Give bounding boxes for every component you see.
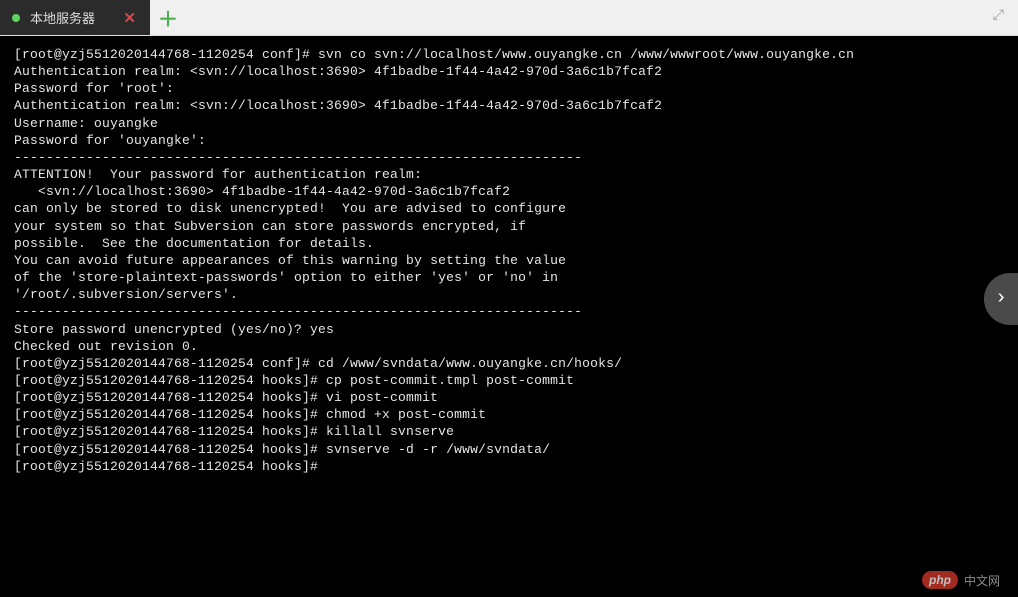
terminal-line: your system so that Subversion can store… [14, 218, 1004, 235]
tab-bar: 本地服务器 ✕ ＋ [0, 0, 1018, 36]
terminal-line: [root@yzj5512020144768-1120254 conf]# cd… [14, 355, 1004, 372]
terminal-line: [root@yzj5512020144768-1120254 hooks]# s… [14, 441, 1004, 458]
terminal-line: [root@yzj5512020144768-1120254 hooks]# k… [14, 423, 1004, 440]
terminal-line: ----------------------------------------… [14, 149, 1004, 166]
terminal-line: Authentication realm: <svn://localhost:3… [14, 97, 1004, 114]
tab-active[interactable]: 本地服务器 ✕ [0, 0, 150, 35]
terminal-line: Authentication realm: <svn://localhost:3… [14, 63, 1004, 80]
terminal-line: [root@yzj5512020144768-1120254 hooks]# [14, 458, 1004, 475]
terminal-line: [root@yzj5512020144768-1120254 hooks]# c… [14, 406, 1004, 423]
terminal-line: Password for 'root': [14, 80, 1004, 97]
terminal-line: Username: ouyangke [14, 115, 1004, 132]
watermark-badge: php [922, 571, 958, 589]
fullscreen-icon[interactable]: ⤢ [993, 8, 1004, 24]
watermark-text: 中文网 [964, 572, 1000, 589]
terminal-line: can only be stored to disk unencrypted! … [14, 200, 1004, 217]
terminal-line: of the 'store-plaintext-passwords' optio… [14, 269, 1004, 286]
terminal-line: [root@yzj5512020144768-1120254 conf]# sv… [14, 46, 1004, 63]
terminal-line: possible. See the documentation for deta… [14, 235, 1004, 252]
terminal-line: ATTENTION! Your password for authenticat… [14, 166, 1004, 183]
terminal-line: '/root/.subversion/servers'. [14, 286, 1004, 303]
terminal-line: Password for 'ouyangke': [14, 132, 1004, 149]
terminal-line: Store password unencrypted (yes/no)? yes [14, 321, 1004, 338]
watermark: php 中文网 [922, 571, 1000, 589]
terminal-line: [root@yzj5512020144768-1120254 hooks]# v… [14, 389, 1004, 406]
status-dot-icon [12, 14, 20, 22]
add-tab-button[interactable]: ＋ [150, 0, 186, 35]
terminal-output[interactable]: [root@yzj5512020144768-1120254 conf]# sv… [0, 36, 1018, 597]
tab-label: 本地服务器 [30, 8, 95, 27]
terminal-line: <svn://localhost:3690> 4f1badbe-1f44-4a4… [14, 183, 1004, 200]
terminal-line: ----------------------------------------… [14, 303, 1004, 320]
terminal-line: Checked out revision 0. [14, 338, 1004, 355]
close-tab-icon[interactable]: ✕ [123, 9, 136, 27]
terminal-line: You can avoid future appearances of this… [14, 252, 1004, 269]
terminal-line: [root@yzj5512020144768-1120254 hooks]# c… [14, 372, 1004, 389]
